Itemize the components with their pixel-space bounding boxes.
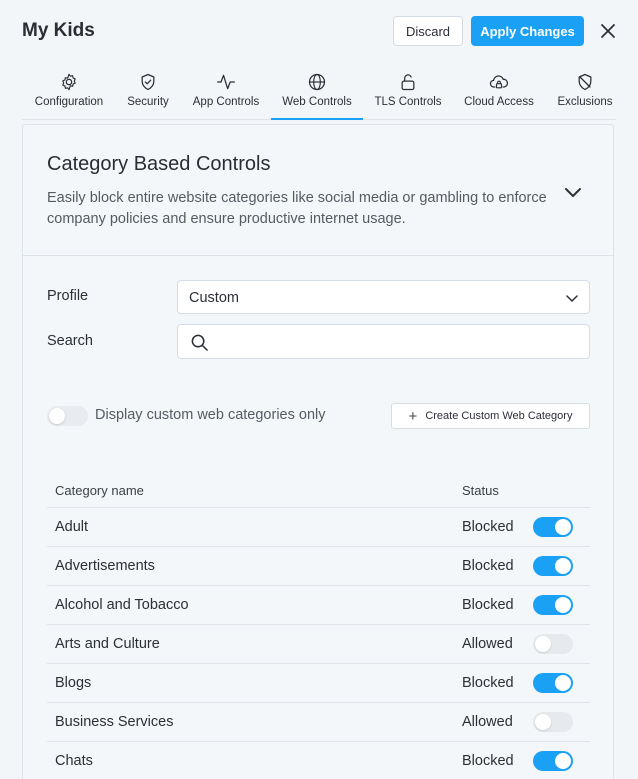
profile-select[interactable]: Custom (177, 280, 590, 314)
category-toggle[interactable] (533, 595, 573, 615)
tab-label: TLS Controls (374, 96, 442, 108)
discard-button[interactable]: Discard (393, 16, 463, 46)
category-name: Blogs (55, 675, 92, 691)
category-name: Business Services (55, 714, 174, 730)
search-input[interactable] (218, 331, 578, 353)
col-status: Status (462, 483, 499, 498)
unlock-icon (401, 74, 415, 91)
category-toggle[interactable] (533, 673, 573, 693)
table-row: Chats Blocked (47, 742, 590, 779)
close-icon[interactable] (598, 21, 618, 41)
cloud-lock-icon (489, 75, 509, 89)
tab-tls-controls[interactable]: TLS Controls (370, 62, 446, 120)
tab-label: Security (127, 96, 169, 108)
tab-label: Web Controls (282, 96, 352, 108)
toggle-knob (535, 636, 551, 652)
table-row: Alcohol and Tobacco Blocked (47, 586, 590, 625)
globe-icon (308, 73, 326, 91)
tab-configuration[interactable]: Configuration (26, 62, 112, 120)
toggle-knob (535, 714, 551, 730)
category-status: Allowed (462, 714, 513, 730)
toggle-knob (555, 519, 571, 535)
shield-off-icon (578, 73, 592, 91)
shield-check-icon (141, 73, 155, 91)
custom-only-label: Display custom web categories only (95, 407, 326, 423)
category-name: Chats (55, 753, 93, 769)
panel-title: Category Based Controls (47, 153, 271, 175)
category-status: Allowed (462, 636, 513, 652)
category-name: Alcohol and Tobacco (55, 597, 189, 613)
create-custom-category-button[interactable]: + Create Custom Web Category (391, 403, 590, 429)
table-row: Adult Blocked (47, 508, 590, 547)
toggle-knob (555, 675, 571, 691)
category-status: Blocked (462, 558, 514, 574)
tab-label: Configuration (34, 96, 104, 108)
table-body: Adult Blocked Advertisements Blocked Alcohol… (47, 508, 590, 779)
category-status: Blocked (462, 597, 514, 613)
chevron-down-icon[interactable] (561, 180, 585, 204)
tab-web-controls[interactable]: Web Controls (271, 62, 363, 120)
panel-header[interactable]: Category Based Controls Easily block ent… (23, 125, 613, 256)
category-toggle[interactable] (533, 517, 573, 537)
category-name: Arts and Culture (55, 636, 160, 652)
apply-changes-button[interactable]: Apply Changes (471, 16, 584, 46)
dialog-header: My Kids Discard Apply Changes (0, 0, 638, 62)
col-category-name: Category name (55, 483, 144, 498)
pulse-icon (217, 74, 235, 90)
tab-app-controls[interactable]: App Controls (188, 62, 264, 120)
profile-label: Profile (47, 288, 89, 304)
category-name: Adult (55, 519, 89, 535)
profile-value: Custom (189, 290, 239, 306)
search-label: Search (47, 333, 93, 349)
table-row: Business Services Allowed (47, 703, 590, 742)
dialog-title: My Kids (22, 20, 95, 41)
category-toggle[interactable] (533, 556, 573, 576)
category-status: Blocked (462, 753, 514, 769)
category-name: Advertisements (55, 558, 155, 574)
toggle-knob (49, 408, 65, 424)
search-box (177, 324, 590, 359)
toggle-knob (555, 558, 571, 574)
panel-description: Easily block entire website categories l… (47, 190, 547, 227)
table-row: Blogs Blocked (47, 664, 590, 703)
tab-bar: Configuration Security App Controls Web … (22, 62, 616, 120)
table-row: Advertisements Blocked (47, 547, 590, 586)
category-toggle[interactable] (533, 712, 573, 732)
category-table: Category name Status Adult Blocked Adverti… (47, 474, 590, 779)
search-icon (191, 334, 208, 351)
create-label: Create Custom Web Category (425, 410, 573, 422)
plus-icon: + (408, 407, 418, 425)
category-toggle[interactable] (533, 751, 573, 771)
tab-label: App Controls (192, 96, 260, 108)
category-toggle[interactable] (533, 634, 573, 654)
tab-cloud-access[interactable]: Cloud Access (459, 62, 539, 120)
toggle-knob (555, 753, 571, 769)
tab-exclusions[interactable]: Exclusions (552, 62, 618, 120)
tab-label: Exclusions (557, 96, 613, 108)
custom-only-toggle[interactable] (47, 406, 88, 426)
gear-icon (62, 73, 76, 91)
toggle-knob (555, 597, 571, 613)
category-status: Blocked (462, 675, 514, 691)
category-status: Blocked (462, 519, 514, 535)
table-header: Category name Status (47, 474, 590, 508)
tab-security[interactable]: Security (120, 62, 176, 120)
tab-label: Cloud Access (464, 96, 534, 108)
category-controls-panel: Category Based Controls Easily block ent… (22, 124, 614, 779)
chevron-down-icon (566, 295, 578, 302)
table-row: Arts and Culture Allowed (47, 625, 590, 664)
